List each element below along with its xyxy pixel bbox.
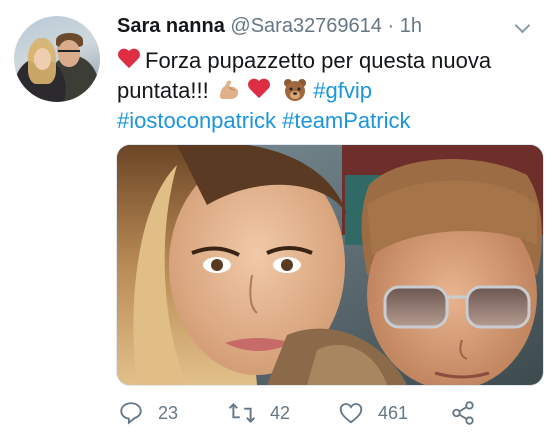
- chevron-down-icon[interactable]: [514, 17, 531, 34]
- reply-icon: [120, 402, 142, 425]
- reply-count: 23: [158, 402, 179, 423]
- selfie-image: [117, 145, 543, 385]
- tweet: Sara nanna @Sara32769614 · 1h Forza pupa…: [0, 0, 560, 439]
- separator: ·: [387, 15, 395, 37]
- retweet-button[interactable]: 42: [228, 398, 290, 428]
- tweet-line-2: puntata!!! #gfvip: [117, 76, 547, 106]
- bear-face-emoji: [284, 79, 307, 101]
- tweet-text-line2: puntata!!!: [117, 78, 209, 103]
- tweet-header: Sara nanna @Sara32769614 · 1h: [117, 15, 422, 38]
- author-handle[interactable]: @Sara32769614: [230, 15, 382, 37]
- tweet-line-1: Forza pupazzetto per questa nuova: [117, 46, 547, 76]
- like-count: 461: [378, 402, 409, 423]
- reply-button[interactable]: 23: [118, 398, 178, 428]
- hashtag-link[interactable]: #teamPatrick: [282, 108, 410, 133]
- timestamp[interactable]: 1h: [400, 15, 422, 37]
- tweet-photo[interactable]: [116, 144, 544, 386]
- retweet-icon: [228, 403, 256, 423]
- avatar[interactable]: [14, 16, 100, 102]
- hashtag-link[interactable]: #iostoconpatrick: [117, 108, 276, 133]
- heart-emoji: [117, 49, 141, 70]
- tweet-text: Forza pupazzetto per questa nuova puntat…: [117, 46, 547, 136]
- tweet-text-line1: Forza pupazzetto per questa nuova: [145, 48, 492, 73]
- tweet-actions: 23 42 461: [118, 398, 538, 428]
- author-name[interactable]: Sara nanna: [117, 15, 225, 37]
- like-icon: [339, 403, 363, 424]
- retweet-count: 42: [270, 402, 291, 423]
- tweet-line-3: #iostoconpatrick #teamPatrick: [117, 106, 547, 136]
- heart-emoji: [247, 79, 271, 100]
- share-button[interactable]: [450, 398, 490, 428]
- flexed-biceps-emoji: [219, 80, 239, 99]
- like-button[interactable]: 461: [338, 398, 408, 428]
- share-icon: [452, 401, 474, 425]
- hashtag-link[interactable]: #gfvip: [313, 78, 372, 103]
